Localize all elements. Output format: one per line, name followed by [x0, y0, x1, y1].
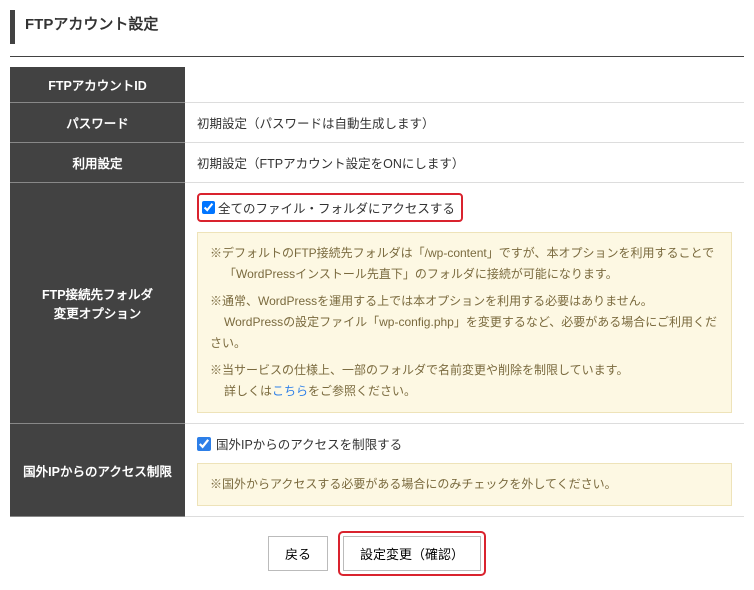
folder-checkbox-highlight: 全てのファイル・フォルダにアクセスする: [197, 193, 463, 222]
foreign-ip-note: ※国外からアクセスする必要がある場合にのみチェックを外してください。: [210, 474, 719, 495]
folder-note-3b-suffix: をご参照ください。: [308, 384, 416, 398]
row-folder-option: FTP接続先フォルダ 変更オプション 全てのファイル・フォルダにアクセスする ※…: [10, 183, 744, 424]
label-password: パスワード: [10, 103, 185, 143]
label-folder-option: FTP接続先フォルダ 変更オプション: [10, 183, 185, 424]
folder-note-2a: ※通常、WordPressを運用する上では本オプションを利用する必要はありません…: [210, 294, 653, 308]
folder-note-1b: 「WordPressインストール先直下」のフォルダに接続が可能になります。: [210, 267, 618, 281]
row-password: パスワード 初期設定（パスワードは自動生成します）: [10, 103, 744, 143]
back-button[interactable]: 戻る: [268, 536, 328, 571]
folder-note-1a: ※デフォルトのFTP接続先フォルダは「/wp-content」ですが、本オプショ…: [210, 246, 714, 260]
cell-foreign-ip: 国外IPからのアクセスを制限する ※国外からアクセスする必要がある場合にのみチェ…: [185, 424, 744, 517]
page-title: FTPアカウント設定: [10, 10, 744, 44]
label-foreign-ip: 国外IPからのアクセス制限: [10, 424, 185, 517]
value-usage: 初期設定（FTPアカウント設定をONにします）: [185, 143, 744, 183]
folder-note-3a: ※当サービスの仕様上、一部のフォルダで名前変更や削除を制限しています。: [210, 363, 628, 377]
folder-note-box: ※デフォルトのFTP接続先フォルダは「/wp-content」ですが、本オプショ…: [197, 232, 732, 413]
folder-note-3b-prefix: 詳しくは: [224, 384, 272, 398]
folder-access-checkbox[interactable]: [202, 201, 215, 214]
label-account-id: FTPアカウントID: [10, 67, 185, 103]
confirm-button[interactable]: 設定変更（確認）: [343, 536, 481, 571]
label-folder-option-line1: FTP接続先フォルダ: [42, 288, 153, 302]
foreign-ip-checkbox[interactable]: [197, 437, 211, 451]
folder-access-checkbox-label: 全てのファイル・フォルダにアクセスする: [218, 198, 455, 217]
value-account-id: [185, 67, 744, 103]
label-usage: 利用設定: [10, 143, 185, 183]
value-password: 初期設定（パスワードは自動生成します）: [185, 103, 744, 143]
title-divider: [10, 56, 744, 57]
settings-table: FTPアカウントID パスワード 初期設定（パスワードは自動生成します） 利用設…: [10, 67, 744, 517]
folder-note-2b: WordPressの設定ファイル「wp-config.php」を変更するなど、必…: [210, 315, 717, 350]
button-bar: 戻る 設定変更（確認）: [10, 517, 744, 590]
foreign-ip-checkbox-label: 国外IPからのアクセスを制限する: [216, 434, 402, 453]
label-folder-option-line2: 変更オプション: [54, 307, 142, 321]
folder-note-link[interactable]: こちら: [272, 384, 308, 398]
confirm-button-highlight: 設定変更（確認）: [338, 531, 486, 576]
row-foreign-ip: 国外IPからのアクセス制限 国外IPからのアクセスを制限する ※国外からアクセス…: [10, 424, 744, 517]
foreign-ip-note-box: ※国外からアクセスする必要がある場合にのみチェックを外してください。: [197, 463, 732, 506]
row-usage: 利用設定 初期設定（FTPアカウント設定をONにします）: [10, 143, 744, 183]
row-account-id: FTPアカウントID: [10, 67, 744, 103]
cell-folder-option: 全てのファイル・フォルダにアクセスする ※デフォルトのFTP接続先フォルダは「/…: [185, 183, 744, 424]
